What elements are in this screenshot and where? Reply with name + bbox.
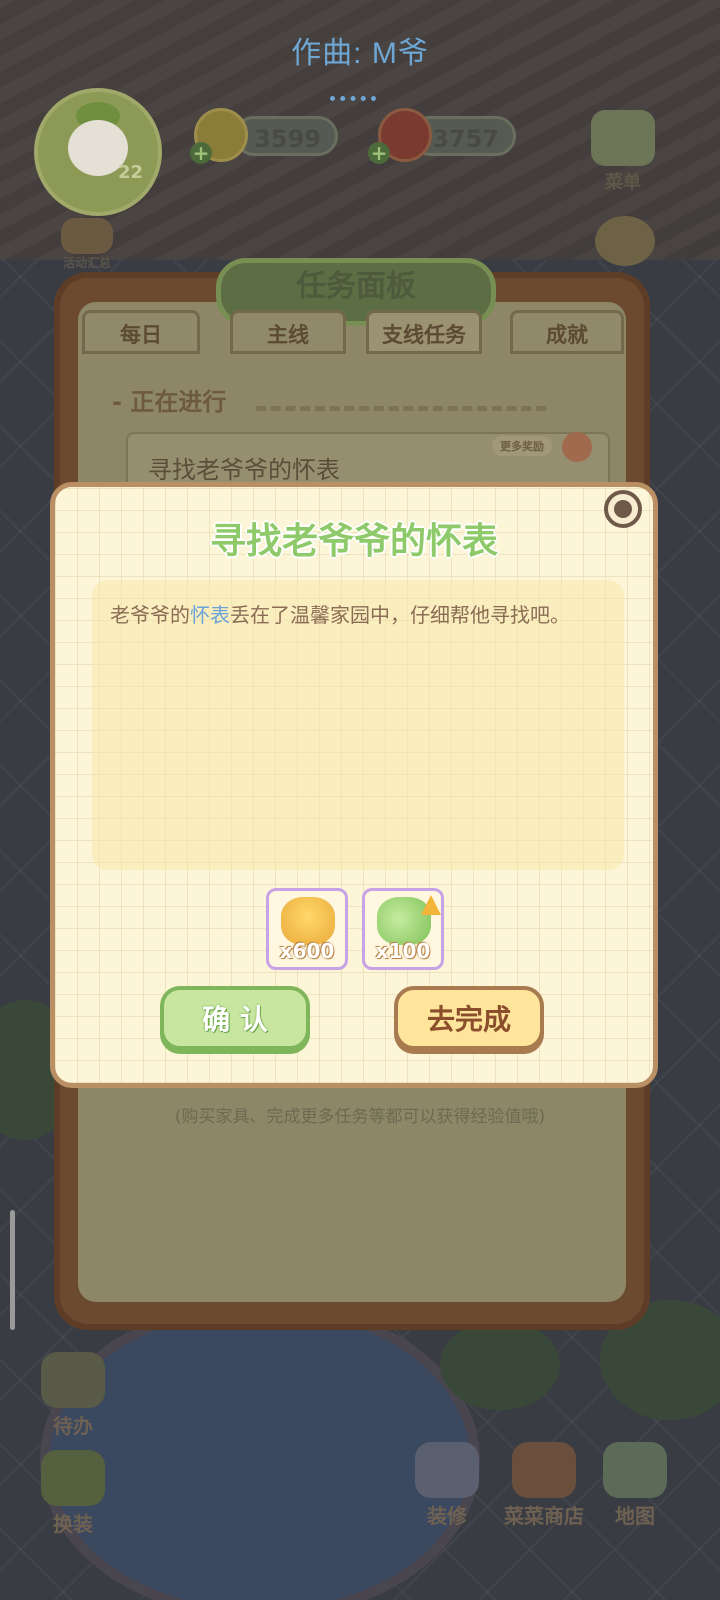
scrollbar[interactable] (10, 1210, 15, 1330)
music-credit: 作曲: M爷 (291, 37, 429, 70)
more-rewards-badge: 更多奖励 (492, 436, 552, 456)
tab-side-quests[interactable]: 支线任务 (366, 310, 482, 354)
reward-exp-count: x100 (375, 939, 431, 963)
shop-icon (512, 1442, 576, 1498)
reward-exp[interactable]: x100 (362, 888, 444, 970)
tab-achievements[interactable]: 成就 (510, 310, 624, 354)
todo-icon (41, 1352, 105, 1408)
reward-gold-count: x600 (279, 939, 335, 963)
dress-up-button[interactable]: 换装 (36, 1450, 110, 1537)
decorate-icon (415, 1442, 479, 1498)
tab-daily[interactable]: 每日 (82, 310, 200, 354)
quest-panel-title: 任务面板 (296, 269, 416, 304)
todo-label: 待办 (53, 1414, 93, 1438)
desc-highlight: 怀表 (190, 603, 230, 627)
player-avatar[interactable] (34, 88, 162, 216)
meat-count: 3757 (432, 125, 499, 153)
add-meat-button[interactable]: + (368, 142, 390, 164)
menu-icon (591, 110, 655, 166)
events-button[interactable]: 活动汇总 (52, 218, 122, 271)
bush (440, 1320, 560, 1410)
exp-arrow-icon (421, 895, 441, 915)
coin-count: 3599 (254, 125, 321, 153)
pet-icon[interactable] (590, 216, 660, 266)
gold-coins-icon (281, 897, 335, 945)
menu-button[interactable]: 菜单 (588, 110, 658, 194)
shop-label: 菜菜商店 (504, 1504, 584, 1528)
go-complete-button[interactable]: 去完成 (394, 986, 544, 1050)
reward-gold[interactable]: x600 (266, 888, 348, 970)
map-button[interactable]: 地图 (598, 1442, 672, 1529)
events-label: 活动汇总 (62, 256, 111, 270)
decorate-button[interactable]: 装修 (410, 1442, 484, 1529)
dialog-title: 寻找老爷爷的怀表 (209, 521, 498, 562)
add-coins-button[interactable]: + (190, 142, 212, 164)
coin-counter: 3599 (234, 116, 338, 156)
exp-footer-note: (购买家具、完成更多任务等都可以获得经验值哦) (174, 1107, 546, 1127)
map-label: 地图 (615, 1504, 655, 1528)
task-card-title: 寻找老爷爷的怀表 (148, 456, 340, 484)
events-icon (61, 218, 113, 254)
menu-label: 菜单 (605, 172, 641, 193)
shop-button[interactable]: 菜菜商店 (494, 1442, 594, 1529)
dialog-description: 老爷爷的怀表丢在了温馨家园中，仔细帮他寻找吧。 (110, 598, 610, 632)
player-level: 22 (118, 162, 144, 183)
dress-up-label: 换装 (53, 1512, 93, 1536)
music-dots (330, 96, 376, 101)
desc-part-2: 丢在了温馨家园中，仔细帮他寻找吧。 (230, 603, 570, 627)
todo-button[interactable]: 待办 (36, 1352, 110, 1439)
map-icon (603, 1442, 667, 1498)
confirm-button[interactable]: 确 认 (160, 986, 310, 1050)
desc-part-1: 老爷爷的 (110, 603, 190, 627)
tab-main[interactable]: 主线 (230, 310, 346, 354)
decorate-label: 装修 (427, 1504, 467, 1528)
add-reward-icon[interactable] (562, 432, 592, 462)
section-divider (256, 406, 546, 411)
section-in-progress: - 正在进行 (112, 388, 227, 416)
pet-icon-art (595, 216, 655, 266)
dress-up-icon (41, 1450, 105, 1506)
